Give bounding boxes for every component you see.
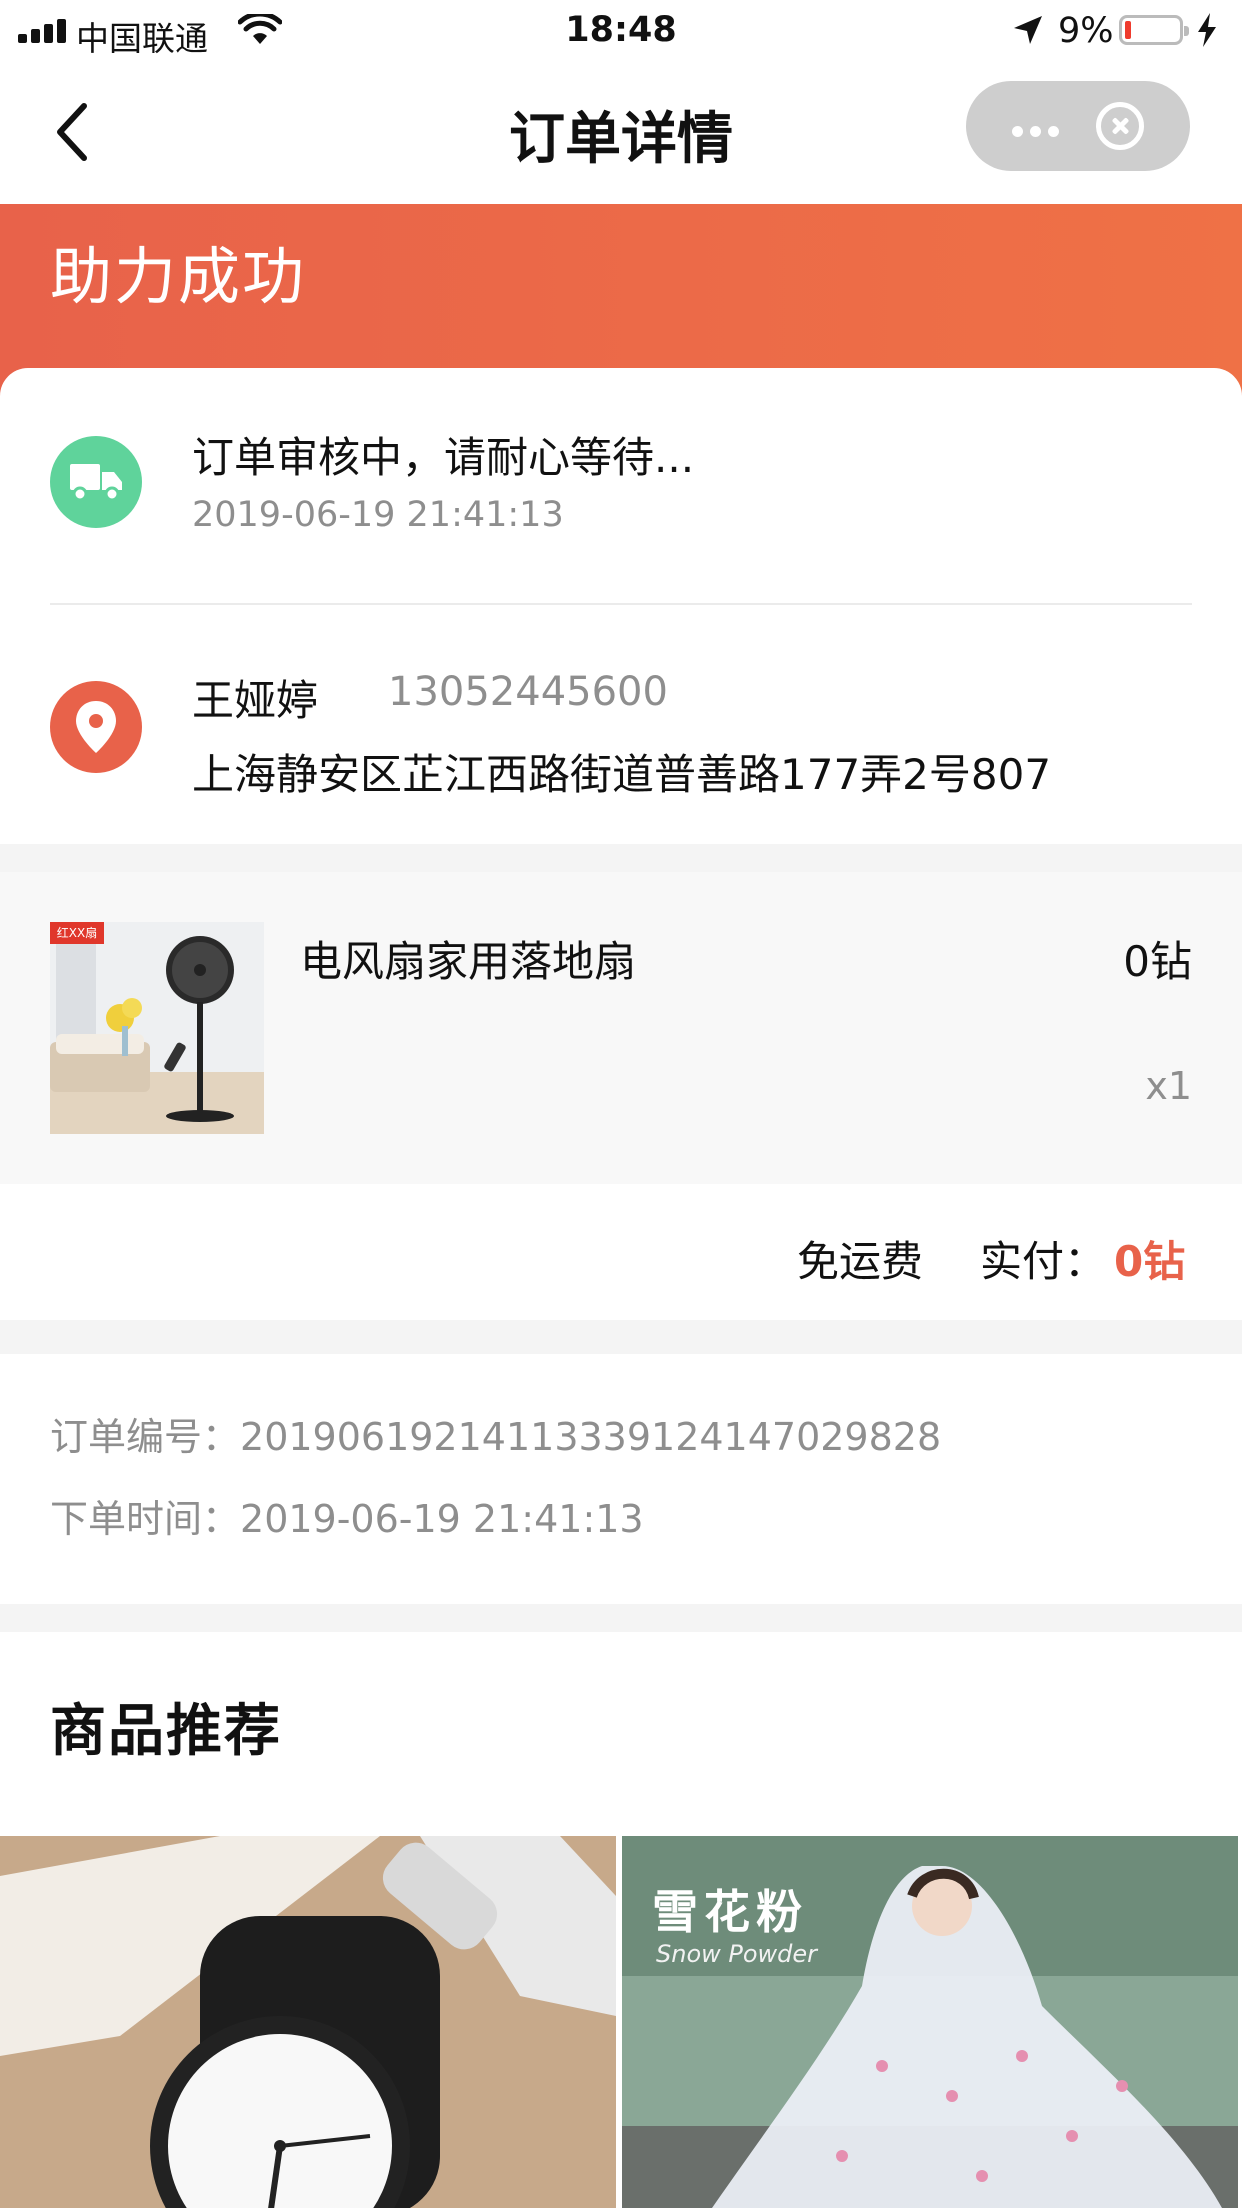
raincoat-subtitle: Snow Powder [656,1940,818,1968]
shipping-address-row[interactable]: 王娅婷 13052445600 上海静安区芷江西路街道普善路177弄2号807 [0,605,1242,844]
section-gap [0,844,1242,872]
recommended-product-raincoat[interactable]: 雪花粉 Snow Powder [622,1836,1238,2208]
order-number[interactable]: 20190619214113339124147029828 [240,1415,941,1459]
order-status-row[interactable]: 订单审核中，请耐心等待... 2019-06-19 21:41:13 [0,368,1242,605]
clock: 18:48 [565,10,677,50]
location-pin-icon [50,681,142,773]
order-time-row: 下单时间：2019-06-19 21:41:13 [50,1488,644,1543]
raincoat-title: 雪花粉 [652,1885,808,1939]
battery-percent: 9% [1058,11,1114,51]
recipient-address: 上海静安区芷江西路街道普善路177弄2号807 [192,750,1052,799]
order-time: 2019-06-19 21:41:13 [240,1497,644,1541]
order-number-row: 订单编号：20190619214113339124147029828 [50,1406,941,1461]
close-icon[interactable] [1096,102,1144,150]
section-gap [0,1320,1242,1354]
shipping-fee: 免运费 [797,1237,924,1286]
banner-title: 助力成功 [50,240,307,313]
product-quantity: x1 [1145,1064,1192,1108]
section-gap [0,1604,1242,1632]
order-number-label: 订单编号： [50,1415,241,1459]
recipient-name: 王娅婷 [192,676,319,725]
more-icon[interactable] [1012,122,1066,141]
recommendations: 商品推荐 雪花粉 Snow Powder [0,1632,1242,2208]
order-status-text: 订单审核中，请耐心等待... [192,433,695,482]
product-image: 红XX扇 [50,922,264,1134]
paid-label: 实付： [980,1237,1107,1286]
nav-bar: 订单详情 [0,60,1242,204]
miniprogram-capsule [966,81,1190,171]
order-detail-page: 中国联通 18:48 9% 订单详情 助力成功 订单审核中，请耐心等待... 2… [0,0,1242,2208]
recipient-phone: 13052445600 [388,669,668,715]
charging-bolt-icon [1198,13,1216,47]
payment-summary: 免运费 实付： 0钻 [0,1184,1242,1320]
recommended-product-watch[interactable] [0,1836,616,2208]
order-status-card: 订单审核中，请耐心等待... 2019-06-19 21:41:13 王娅婷 1… [0,368,1242,844]
order-info: 订单编号：20190619214113339124147029828 下单时间：… [0,1354,1242,1604]
product-item[interactable]: 红XX扇 电风扇家用落地扇 0钻 x1 [0,872,1242,1184]
product-price: 0钻 [1123,937,1192,986]
order-time-label: 下单时间： [50,1497,241,1541]
location-arrow-icon [1014,16,1042,44]
battery-icon [1119,15,1189,45]
order-status-time: 2019-06-19 21:41:13 [192,495,564,535]
paid-amount: 0钻 [1114,1237,1186,1286]
recommendations-title: 商品推荐 [50,1699,282,1764]
truck-icon [50,436,142,528]
status-bar: 中国联通 18:48 9% [0,0,1242,60]
product-name: 电风扇家用落地扇 [300,937,637,986]
product-badge: 红XX扇 [50,922,104,944]
